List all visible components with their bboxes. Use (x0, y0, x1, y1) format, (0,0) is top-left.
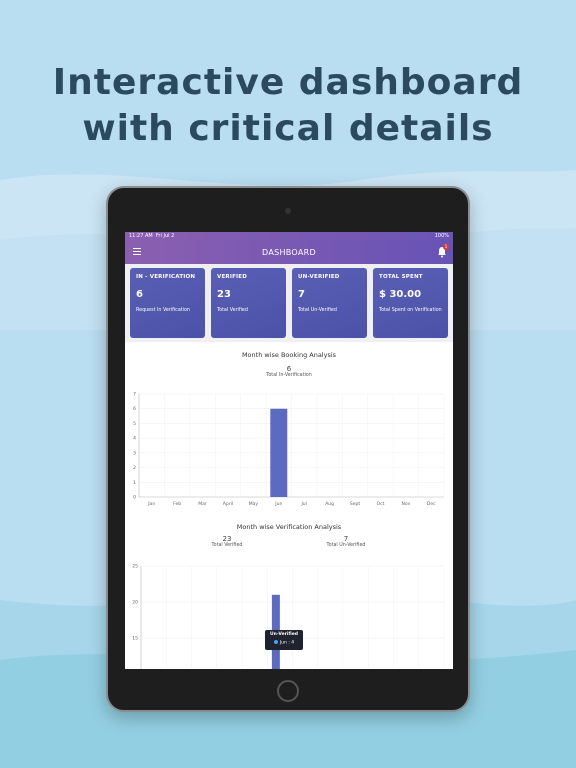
home-button[interactable] (277, 680, 299, 702)
summary-cards: IN - VERIFICATION 6 Request In Verificat… (125, 264, 453, 342)
chart-tooltip: Un-Verified Jun : 4 (265, 630, 303, 650)
x-tick-label: Jan (147, 501, 155, 507)
card-subtitle: Request In Verification (136, 308, 190, 313)
booking-stat-value: 6 (286, 365, 292, 373)
unverified-stat-value: 7 (343, 535, 349, 543)
verified-stat-value: 23 (222, 535, 232, 543)
app-screen: 11:27 AM Fri Jul 2 100% DASHBOARD 1 IN -… (125, 232, 453, 669)
y-tick-label: 7 (133, 392, 136, 398)
x-tick-label: Dec (427, 501, 436, 507)
card-value: $ 30.00 (379, 289, 422, 300)
notification-badge: 1 (443, 244, 449, 250)
card-title: TOTAL SPENT (379, 274, 423, 280)
verified-stat-label: Total Verified (211, 543, 243, 548)
card-in-verification[interactable]: IN - VERIFICATION 6 Request In Verificat… (130, 268, 205, 338)
y-tick-label: 0 (133, 495, 136, 501)
y-tick-label: 20 (132, 600, 138, 606)
x-tick-label: May (249, 501, 259, 507)
tooltip-title: Un-Verified (269, 632, 299, 637)
bar-Jun (270, 408, 288, 497)
card-un-verified[interactable]: UN-VERIFIED 7 Total Un-Verified (292, 268, 367, 338)
headline-line-2: with critical details (82, 108, 494, 149)
camera-icon (285, 208, 291, 214)
x-tick-label: April (223, 501, 233, 507)
x-tick-label: Mar (198, 501, 207, 507)
headline: Interactive dashboard with critical deta… (0, 60, 576, 152)
x-tick-label: Jun (274, 501, 282, 507)
x-tick-label: Sept (350, 501, 360, 507)
booking-stat-label: Total In-Verification (266, 373, 312, 378)
verification-chart-title: Month wise Verification Analysis (236, 523, 342, 531)
y-tick-label: 2 (133, 465, 136, 471)
y-tick-label: 5 (133, 421, 136, 427)
card-total-spent[interactable]: TOTAL SPENT $ 30.00 Total Spent on Verif… (373, 268, 448, 338)
unverified-stat: 7 Total Un-Verified (306, 535, 386, 548)
x-tick-label: Oct (377, 501, 385, 507)
card-verified[interactable]: VERIFIED 23 Total Verified (211, 268, 286, 338)
x-tick-label: Jul (300, 501, 306, 507)
tablet-device: 11:27 AM Fri Jul 2 100% DASHBOARD 1 IN -… (106, 186, 470, 712)
verification-bar-chart: 0510152025 (132, 564, 445, 669)
card-subtitle: Total Verified (217, 308, 248, 313)
y-tick-label: 3 (133, 450, 136, 456)
verified-stat: 23 Total Verified (187, 535, 267, 548)
booking-chart-title: Month wise Booking Analysis (241, 351, 337, 359)
x-tick-label: Nov (401, 501, 410, 507)
charts-section: Month wise Booking Analysis 6 Total In-V… (125, 342, 453, 669)
status-bar: 11:27 AM Fri Jul 2 100% (125, 232, 453, 240)
x-tick-label: Feb (173, 501, 181, 507)
booking-stat: 6 Total In-Verification (249, 365, 329, 378)
y-tick-label: 15 (132, 636, 138, 642)
card-subtitle: Total Spent on Verification (379, 308, 442, 313)
y-tick-label: 1 (133, 480, 136, 486)
series-dot-icon (273, 640, 278, 644)
status-time: 11:27 AM Fri Jul 2 (129, 233, 175, 239)
y-tick-label: 4 (133, 436, 136, 442)
app-bar: DASHBOARD 1 (125, 240, 453, 264)
card-subtitle: Total Un-Verified (298, 308, 337, 313)
booking-bar-chart: 0 1 2 3 4 5 6 7 Jan Feb Mar April May Jun Jul Aug Sept Oc… (133, 392, 445, 507)
card-title: VERIFIED (217, 274, 248, 280)
card-value: 23 (217, 289, 231, 300)
tooltip-value: Jun : 4 (265, 640, 303, 646)
y-tick-label: 25 (132, 564, 138, 570)
headline-line-1: Interactive dashboard (52, 62, 524, 103)
card-value: 7 (298, 289, 305, 300)
unverified-stat-label: Total Un-Verified (326, 543, 366, 548)
x-tick-label: Aug (325, 501, 334, 507)
status-battery: 100% (434, 233, 449, 239)
card-title: IN - VERIFICATION (136, 274, 196, 280)
page-title: DASHBOARD (262, 247, 316, 257)
menu-icon[interactable] (133, 248, 141, 255)
card-title: UN-VERIFIED (298, 274, 340, 280)
y-tick-label: 6 (133, 406, 136, 412)
card-value: 6 (136, 289, 143, 300)
